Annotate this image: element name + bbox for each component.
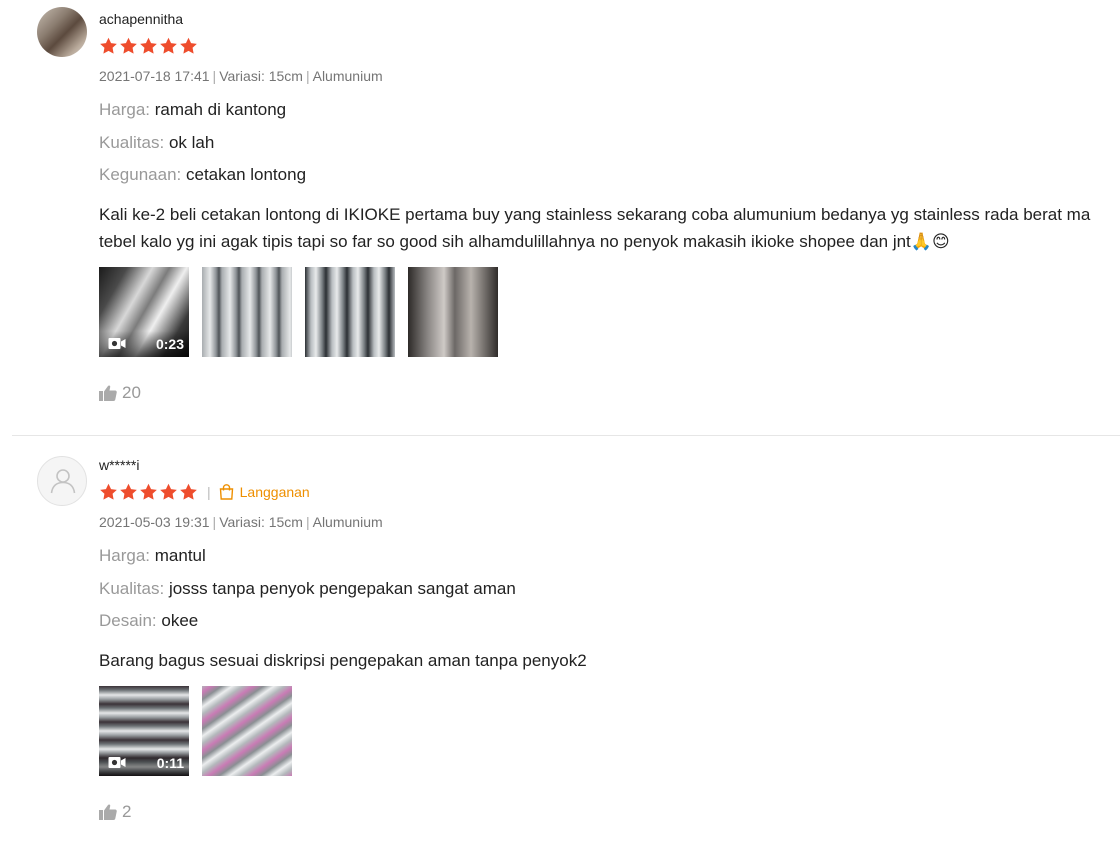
review-comment: Kali ke-2 beli cetakan lontong di IKIOKE…	[99, 204, 1091, 251]
video-thumbnail[interactable]: 0:11	[99, 685, 189, 776]
review-date: 2021-05-03 19:31	[99, 514, 210, 530]
star-icon	[160, 37, 177, 54]
attribute-key: Harga:	[99, 546, 151, 565]
photo-thumbnail[interactable]	[305, 266, 395, 357]
video-camera-icon	[108, 757, 126, 768]
star-icon	[160, 483, 177, 500]
attribute-key: Desain:	[99, 611, 157, 630]
user-silhouette-icon	[50, 469, 76, 494]
subscription-label: Langganan	[239, 484, 310, 500]
attribute-line: Harga: mantul	[99, 545, 1112, 578]
username[interactable]: achapennitha	[99, 10, 1112, 28]
attribute-value: mantul	[154, 546, 206, 565]
thumbs-up-icon	[99, 385, 117, 401]
avatar[interactable]	[37, 7, 87, 57]
separator: |	[207, 484, 211, 500]
photo-thumbnail[interactable]	[202, 685, 292, 776]
attribute-line: Kualitas: josss tanpa penyok pengepakan …	[99, 578, 1112, 611]
review-meta: 2021-07-18 17:41 | Variasi: 15cm | Alumunium	[99, 68, 383, 84]
like-count: 2	[122, 801, 132, 821]
attribute-line: Harga: ramah di kantong	[99, 99, 1112, 132]
video-thumbnail[interactable]: 0:23	[99, 266, 189, 357]
video-badge: 0:11	[99, 749, 189, 776]
review-material: Alumunium	[312, 514, 383, 530]
attribute-key: Kegunaan:	[99, 165, 182, 184]
like-count: 20	[122, 382, 141, 402]
star-icon	[100, 37, 117, 54]
review-content: achapennitha 2021-07-18 17:41 | Variasi: 1…	[99, 10, 1112, 404]
username[interactable]: w*****i	[99, 456, 1112, 474]
subscription-badge: Langganan	[219, 484, 310, 500]
star-icon	[120, 483, 137, 500]
attribute-value: josss tanpa penyok pengepakan sangat ama…	[168, 578, 516, 598]
attribute-value: cetakan lontong	[185, 165, 307, 184]
attribute-key: Kualitas:	[99, 578, 165, 598]
review-material: Alumunium	[312, 68, 383, 84]
review-media: 0:23	[99, 266, 1112, 357]
shopping-bag-icon	[219, 484, 233, 500]
review-media: 0:11	[99, 685, 1112, 776]
attribute-value: ramah di kantong	[154, 100, 287, 119]
attribute-line: Kualitas: ok lah	[99, 132, 1112, 165]
review-content: w*****i | Langganan 2021-05-03 19:31 | Var…	[99, 456, 1112, 823]
thumbs-up-icon	[99, 804, 117, 820]
attribute-key: Harga:	[99, 100, 151, 119]
review-divider	[12, 435, 1120, 436]
review-meta: 2021-05-03 19:31 | Variasi: 15cm | Alumunium	[99, 514, 383, 530]
review-card: w*****i | Langganan 2021-05-03 19:31 | Var…	[0, 437, 1120, 857]
star-icon	[100, 483, 117, 500]
attribute-value: okee	[161, 611, 199, 630]
video-duration: 0:23	[155, 335, 184, 352]
like-button[interactable]: 20	[99, 382, 1112, 404]
review-variation: Variasi: 15cm	[219, 514, 303, 530]
rating-stars	[99, 36, 1112, 56]
review-card: achapennitha 2021-07-18 17:41 | Variasi: 1…	[0, 0, 1120, 436]
star-icon	[180, 37, 197, 54]
attribute-line: Desain: okee	[99, 610, 1112, 643]
rating-stars: | Langganan	[99, 482, 1112, 502]
avatar[interactable]	[37, 456, 87, 506]
review-variation: Variasi: 15cm	[219, 68, 303, 84]
review-attributes: Harga: mantul Kualitas: josss tanpa peny…	[99, 545, 1112, 643]
photo-thumbnail[interactable]	[408, 266, 498, 357]
attribute-line: Kegunaan: cetakan lontong	[99, 164, 1112, 197]
video-badge: 0:23	[99, 330, 189, 357]
review-comment: Barang bagus sesuai diskripsi pengepakan…	[99, 650, 587, 670]
photo-thumbnail[interactable]	[202, 266, 292, 357]
review-date: 2021-07-18 17:41	[99, 68, 210, 84]
star-icon	[120, 37, 137, 54]
star-icon	[140, 37, 157, 54]
like-button[interactable]: 2	[99, 801, 1112, 823]
video-duration: 0:11	[156, 754, 184, 771]
review-attributes: Harga: ramah di kantong Kualitas: ok lah…	[99, 99, 1112, 197]
attribute-value: ok lah	[168, 132, 215, 152]
attribute-key: Kualitas:	[99, 132, 165, 152]
star-icon	[140, 483, 157, 500]
video-camera-icon	[108, 338, 126, 349]
star-icon	[180, 483, 197, 500]
